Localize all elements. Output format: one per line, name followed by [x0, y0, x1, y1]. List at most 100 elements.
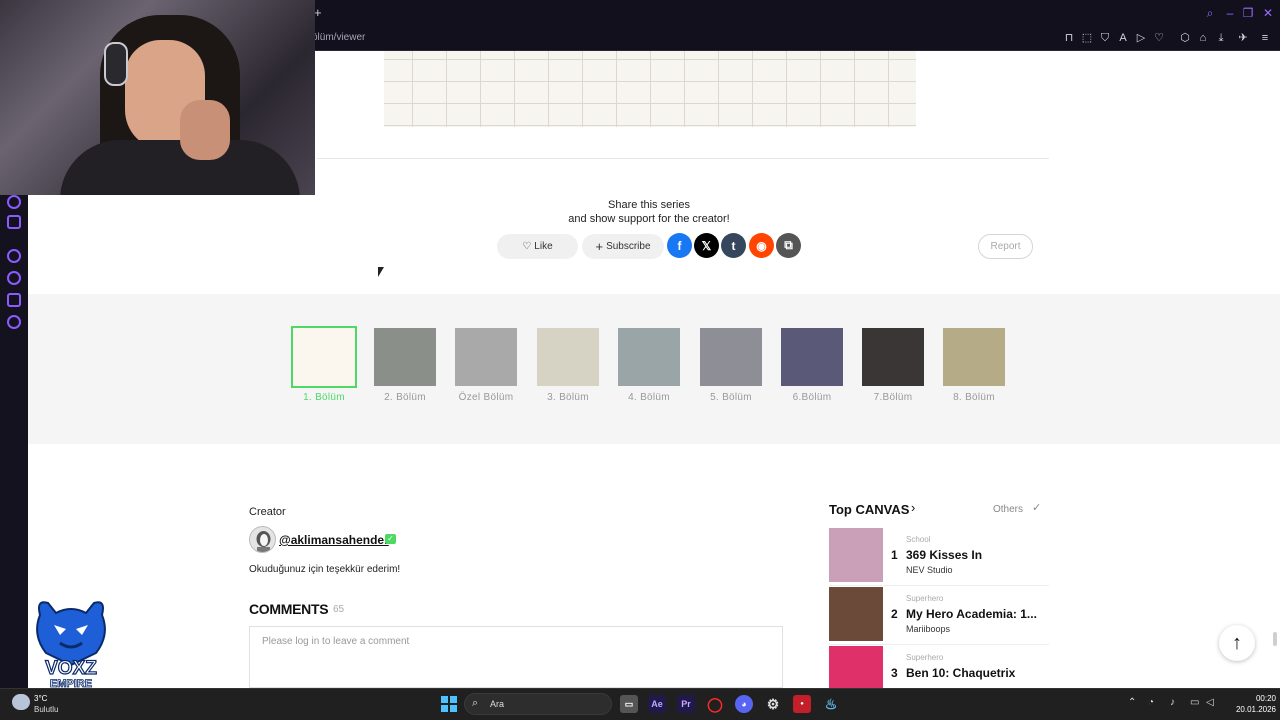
restore-icon[interactable]: ❐ — [1240, 5, 1256, 21]
plus-icon: + — [595, 239, 604, 254]
url-text[interactable]: ölüm/viewer — [312, 32, 365, 43]
wallet-icon[interactable]: ⌂ — [1196, 31, 1210, 45]
copy-link-icon: ⧉ — [784, 238, 793, 252]
comments-count: 65 — [333, 604, 345, 615]
sidebar-circle-icon[interactable] — [7, 249, 21, 263]
close-icon[interactable]: ✕ — [1260, 5, 1276, 21]
cube-icon[interactable] — [7, 293, 21, 307]
weather-icon[interactable] — [12, 694, 30, 710]
scrollbar[interactable] — [1273, 632, 1277, 646]
episode-thumbnail[interactable] — [618, 328, 680, 386]
obs-icon[interactable]: ● — [793, 695, 811, 713]
taskbar — [0, 688, 1280, 720]
top-canvas-title[interactable]: Top CANVAS — [829, 502, 909, 517]
episode-label[interactable]: 6.Bölüm — [772, 392, 852, 403]
episode-label[interactable]: 5. Bölüm — [691, 392, 771, 403]
scroll-to-top-button[interactable]: ↑ — [1219, 625, 1255, 661]
subscribe-button[interactable]: + Subscribe — [582, 234, 664, 259]
network-icon[interactable]: ▭ — [1190, 697, 1199, 708]
webcam-overlay — [0, 0, 315, 195]
discord-icon[interactable] — [7, 215, 21, 229]
top-canvas-title-link[interactable]: My Hero Academia: 1... — [906, 607, 1041, 621]
episode-label[interactable]: 8. Bölüm — [934, 392, 1014, 403]
microphone-icon[interactable]: ♪ — [1170, 697, 1175, 708]
episode-thumbnail[interactable] — [374, 328, 436, 386]
settings-icon[interactable] — [7, 315, 21, 329]
reddit-share-button[interactable]: ◉ — [749, 233, 774, 258]
divider — [317, 158, 1049, 159]
top-canvas-title-link[interactable]: 369 Kisses In — [906, 548, 1041, 562]
episode-label[interactable]: 3. Bölüm — [528, 392, 608, 403]
opera-icon[interactable]: ◯ — [706, 695, 724, 713]
windows-start-icon[interactable] — [440, 695, 458, 713]
webcam-person-hand — [180, 100, 230, 160]
discord-icon[interactable]: ◕ — [735, 695, 753, 713]
comic-panel — [384, 51, 916, 127]
premiere-icon[interactable]: Pr — [677, 695, 695, 713]
episode-label[interactable]: 4. Bölüm — [609, 392, 689, 403]
episode-label[interactable]: 2. Bölüm — [365, 392, 445, 403]
history-icon[interactable] — [7, 271, 21, 285]
chevron-right-icon[interactable]: › — [911, 500, 915, 515]
others-filter[interactable]: Others — [993, 504, 1023, 515]
avatar[interactable] — [249, 526, 276, 553]
episode-label[interactable]: 7.Bölüm — [853, 392, 933, 403]
download-icon[interactable]: ⤓ — [1214, 31, 1228, 45]
tumblr-share-button[interactable]: t — [721, 233, 746, 258]
episode-label[interactable]: 1. Bölüm — [284, 392, 364, 403]
new-tab-button[interactable]: + — [314, 5, 322, 20]
subscribe-label: Subscribe — [606, 241, 651, 252]
top-canvas-author: NEV Studio — [906, 565, 953, 575]
logo-text-top: VOXZ — [45, 658, 97, 679]
episode-thumbnail[interactable] — [291, 326, 357, 388]
clock-time[interactable]: 00:20 — [1232, 694, 1276, 703]
volume-icon[interactable]: ◁ — [1206, 697, 1214, 708]
episode-thumbnail[interactable] — [862, 328, 924, 386]
file-explorer-icon[interactable]: ▭ — [620, 695, 638, 713]
chevron-up-icon[interactable]: ⌃ — [1128, 697, 1136, 708]
episode-thumbnail[interactable] — [943, 328, 1005, 386]
shield-icon[interactable]: ⛉ — [1098, 31, 1112, 45]
search-icon: ⌕ — [472, 697, 479, 709]
facebook-icon: f — [677, 238, 682, 253]
report-button[interactable]: Report — [978, 234, 1033, 259]
after-effects-icon[interactable]: Ae — [648, 695, 666, 713]
creator-handle-link[interactable]: @aklimansahender — [279, 533, 389, 547]
extensions-icon[interactable]: ⬡ — [1178, 31, 1192, 45]
heart-icon[interactable]: ♡ — [1152, 31, 1166, 45]
weather-temperature[interactable]: 3°C — [34, 694, 47, 703]
top-canvas-category: School — [906, 535, 931, 544]
play-icon[interactable]: ▷ — [1134, 31, 1148, 45]
minimize-icon[interactable]: – — [1222, 5, 1238, 21]
x-icon: 𝕏 — [701, 238, 712, 253]
instagram-icon[interactable] — [7, 195, 21, 209]
app-icon[interactable]: ♨ — [822, 695, 840, 713]
episode-thumbnail[interactable] — [700, 328, 762, 386]
taskbar-search-label: Ara — [490, 699, 505, 709]
episode-label[interactable]: Özel Bölüm — [446, 392, 526, 403]
menu-icon[interactable]: ≡ — [1258, 31, 1272, 45]
facebook-share-button[interactable]: f — [667, 233, 692, 258]
top-canvas-thumbnail[interactable] — [829, 528, 883, 582]
episode-thumbnail[interactable] — [781, 328, 843, 386]
search-icon[interactable]: ⌕ — [1202, 5, 1218, 21]
x-share-button[interactable]: 𝕏 — [694, 233, 719, 258]
top-canvas-thumbnail[interactable] — [829, 587, 883, 641]
weather-description[interactable]: Bulutlu — [34, 705, 58, 714]
translate-icon[interactable]: A — [1116, 31, 1130, 45]
steam-icon[interactable]: ⚙ — [764, 695, 782, 713]
share-heading: Share this series — [608, 199, 690, 211]
episode-thumbnail[interactable] — [455, 328, 517, 386]
ai-icon[interactable]: ✈ — [1232, 31, 1254, 45]
screenshot-icon[interactable]: ⬚ — [1080, 31, 1094, 45]
like-label: Like — [534, 241, 553, 252]
copy-link-button[interactable]: ⧉ — [776, 233, 801, 258]
episode-thumbnail[interactable] — [537, 328, 599, 386]
clock-date[interactable]: 20.01.2026 — [1224, 705, 1276, 714]
top-canvas-title-link[interactable]: Ben 10: Chaquetrix — [906, 666, 1041, 680]
bookmark-icon[interactable]: ⊓ — [1062, 31, 1076, 45]
like-button[interactable]: ♡ Like — [497, 234, 578, 259]
check-icon[interactable]: ✓ — [1032, 501, 1041, 514]
edge-icon[interactable]: ◔ — [1148, 697, 1154, 708]
taskbar-search[interactable] — [464, 693, 612, 715]
